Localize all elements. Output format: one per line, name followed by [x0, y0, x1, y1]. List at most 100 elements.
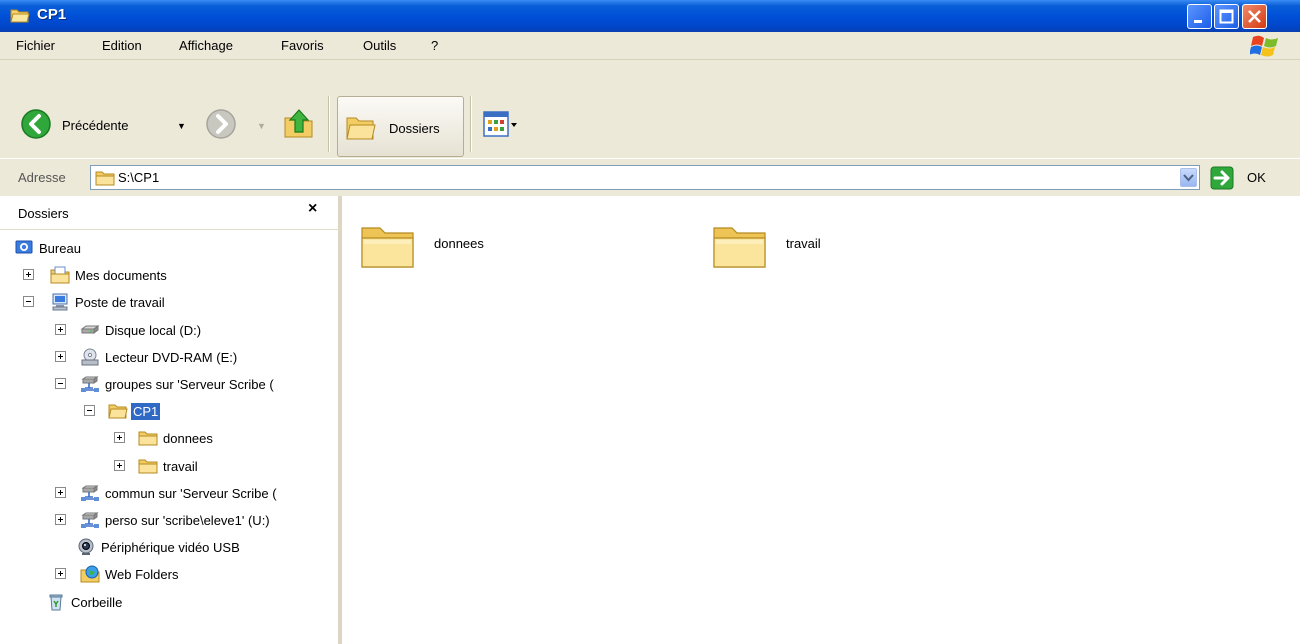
- tree-item[interactable]: groupes sur 'Serveur Scribe (: [0, 372, 338, 396]
- menu-fichier[interactable]: Fichier: [16, 38, 55, 53]
- maximize-icon: [1219, 9, 1234, 24]
- folder-icon: [713, 227, 766, 268]
- tree-item[interactable]: Corbeille: [0, 590, 338, 614]
- collapse-minus-icon[interactable]: [84, 405, 95, 417]
- expand-plus-icon[interactable]: [114, 432, 125, 444]
- expand-plus-icon[interactable]: [55, 486, 66, 498]
- tree-item-label: Périphérique vidéo USB: [101, 540, 240, 556]
- dvd-drive-icon: [80, 347, 100, 367]
- forward-dropdown-arrow-icon: ▼: [257, 121, 266, 131]
- close-button[interactable]: [1242, 4, 1267, 29]
- recycle-bin-icon: [46, 592, 66, 612]
- folders-pane-header: Dossiers ×: [0, 196, 338, 230]
- tree-item[interactable]: commun sur 'Serveur Scribe (: [0, 481, 338, 505]
- my-documents-icon: [50, 265, 70, 285]
- expand-plus-icon[interactable]: [55, 568, 66, 580]
- tree-item[interactable]: perso sur 'scribe\eleve1' (U:): [0, 508, 338, 532]
- folder-item-label: travail: [786, 236, 821, 251]
- back-arrow-icon[interactable]: [20, 108, 52, 140]
- menu-affichage[interactable]: Affichage: [179, 38, 233, 53]
- menu-help[interactable]: ?: [431, 38, 438, 53]
- collapse-minus-icon[interactable]: [55, 378, 66, 389]
- tree-item[interactable]: Bureau: [0, 236, 338, 260]
- folders-icon: [346, 117, 376, 140]
- tree-item-label: groupes sur 'Serveur Scribe (: [105, 377, 274, 392]
- up-folder-icon[interactable]: [282, 106, 316, 140]
- tree-item-label: Web Folders: [105, 567, 179, 583]
- menu-edition[interactable]: Edition: [102, 38, 142, 53]
- tree-item[interactable]: Disque local (D:): [0, 318, 338, 342]
- folder-icon: [361, 227, 414, 268]
- tree-item-label: CP1: [131, 403, 161, 421]
- tree-item-label: Lecteur DVD-RAM (E:): [105, 349, 238, 365]
- address-dropdown-button[interactable]: [1180, 168, 1197, 187]
- expand-plus-icon[interactable]: [23, 269, 34, 281]
- network-drive-icon: [80, 510, 100, 530]
- network-drive-icon: [80, 483, 100, 503]
- tree-item[interactable]: Web Folders: [0, 562, 338, 586]
- address-value: S:\CP1: [118, 170, 160, 185]
- folder-item-label: donnees: [434, 236, 484, 251]
- standard-toolbar: [0, 60, 1300, 158]
- webcam-icon: [76, 537, 96, 557]
- explorer-window: CP1 Fichier Edition Affichage Favoris Ou…: [0, 0, 1300, 644]
- go-button-label[interactable]: OK: [1247, 170, 1266, 185]
- expand-plus-icon[interactable]: [55, 350, 66, 362]
- network-drive-icon: [80, 374, 100, 394]
- tree-item-label: Bureau: [39, 241, 81, 256]
- minimize-button[interactable]: [1187, 4, 1212, 29]
- tree-item-label: commun sur 'Serveur Scribe (: [105, 485, 277, 501]
- windows-logo-icon: [1250, 35, 1278, 57]
- tree-item[interactable]: donnees: [0, 426, 338, 450]
- tree-item[interactable]: Mes documents: [0, 263, 338, 287]
- address-input[interactable]: S:\CP1: [90, 165, 1200, 190]
- toolbar-separator: [328, 96, 330, 152]
- views-icon[interactable]: [482, 110, 520, 140]
- tree-item-label: travail: [163, 458, 198, 474]
- tree-item-label: Disque local (D:): [105, 322, 202, 338]
- expand-plus-icon[interactable]: [55, 323, 66, 335]
- back-button-label[interactable]: Précédente: [62, 118, 129, 133]
- menu-outils[interactable]: Outils: [363, 38, 396, 53]
- folders-button-label: Dossiers: [389, 121, 440, 136]
- folders-toggle-button[interactable]: Dossiers: [337, 96, 464, 157]
- tree-item[interactable]: Périphérique vidéo USB: [0, 535, 338, 559]
- folders-pane-title: Dossiers: [18, 206, 69, 221]
- go-arrow-icon[interactable]: [1210, 166, 1234, 190]
- tree-item-label: Mes documents: [75, 268, 167, 284]
- my-computer-icon: [50, 292, 70, 312]
- close-icon: [1248, 10, 1261, 23]
- menu-favoris[interactable]: Favoris: [281, 38, 324, 53]
- address-label: Adresse: [18, 170, 66, 185]
- desktop-icon: [14, 238, 34, 258]
- folder-icon: [95, 171, 115, 186]
- window-title: CP1: [37, 6, 67, 23]
- title-bar[interactable]: CP1: [0, 0, 1300, 32]
- expand-plus-icon[interactable]: [55, 514, 66, 525]
- forward-arrow-icon: [206, 109, 236, 139]
- hard-drive-icon: [80, 320, 100, 340]
- close-pane-button[interactable]: ×: [308, 200, 317, 218]
- folder-icon: [138, 428, 158, 448]
- folders-pane: Dossiers × Bureau Mes documents Poste de t…: [0, 196, 342, 644]
- file-list-view: donnees travail: [342, 196, 1300, 644]
- folder-icon: [138, 456, 158, 476]
- maximize-button[interactable]: [1214, 4, 1239, 29]
- collapse-minus-icon[interactable]: [23, 296, 34, 308]
- open-folder-icon: [108, 401, 128, 421]
- web-folders-icon: [80, 564, 100, 584]
- toolbar-separator: [470, 96, 472, 152]
- back-dropdown-arrow-icon[interactable]: ▼: [177, 121, 186, 131]
- tree-item-label: perso sur 'scribe\eleve1' (U:): [105, 513, 270, 528]
- tree-item-label: Corbeille: [71, 594, 123, 610]
- open-folder-icon: [10, 9, 30, 23]
- tree-item[interactable]: CP1: [0, 399, 338, 423]
- tree-item[interactable]: Poste de travail: [0, 290, 338, 314]
- tree-item[interactable]: travail: [0, 454, 338, 478]
- folder-tree: Bureau Mes documents Poste de travail Disqu…: [0, 229, 338, 644]
- minimize-icon: [1194, 20, 1202, 23]
- tree-item-label: Poste de travail: [75, 295, 165, 311]
- tree-item[interactable]: Lecteur DVD-RAM (E:): [0, 345, 338, 369]
- expand-plus-icon[interactable]: [114, 459, 125, 471]
- menu-bar: Fichier Edition Affichage Favoris Outils…: [0, 32, 1300, 60]
